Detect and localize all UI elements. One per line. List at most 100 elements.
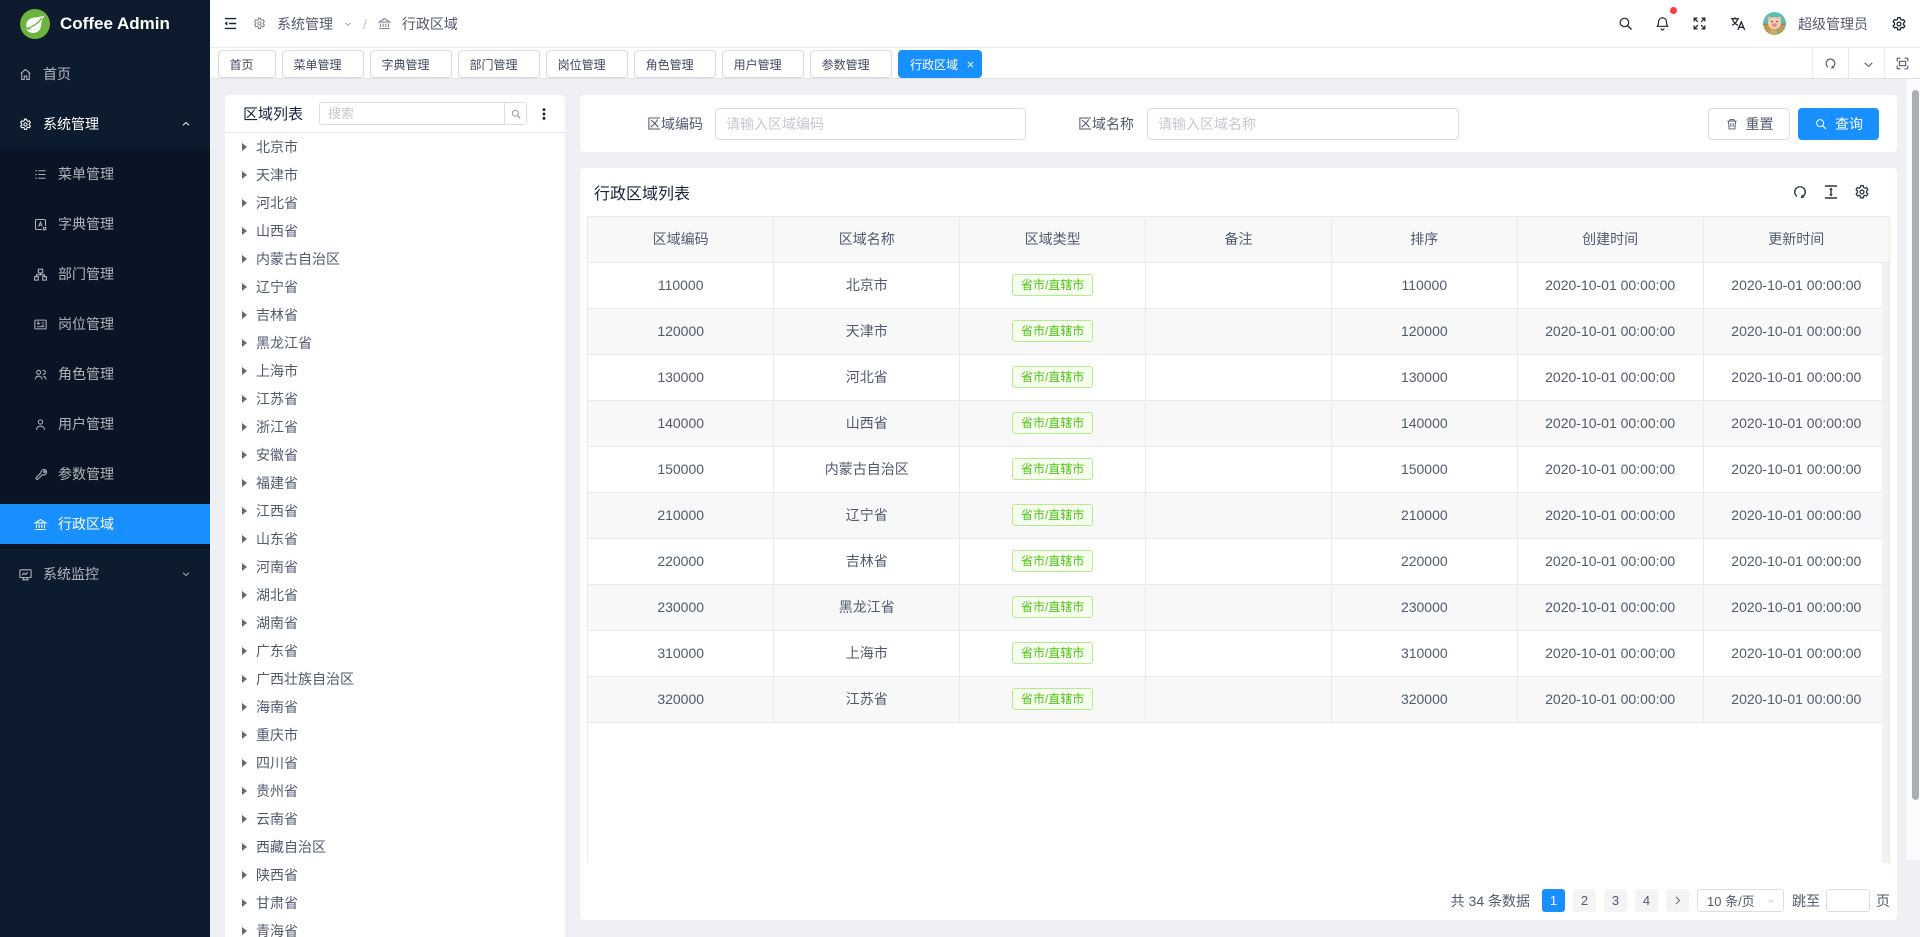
page-button-4[interactable]: 4 (1635, 889, 1658, 912)
caret-right-icon[interactable] (242, 647, 247, 655)
tree-item-西藏自治区[interactable]: 西藏自治区 (225, 833, 565, 861)
language-button[interactable] (1718, 0, 1757, 47)
search-button[interactable]: 查询 (1798, 108, 1879, 140)
caret-right-icon[interactable] (242, 535, 247, 543)
user-menu[interactable]: 超级管理员 (1757, 0, 1878, 47)
tree-item-甘肃省[interactable]: 甘肃省 (225, 889, 565, 917)
column-settings-icon[interactable] (1853, 183, 1871, 201)
column-header-更新时间[interactable]: 更新时间 (1703, 217, 1889, 262)
sidebar-item-字典管理[interactable]: 字典管理 (0, 204, 210, 244)
tab-首页[interactable]: 首页 (218, 50, 276, 78)
sidebar-item-用户管理[interactable]: 用户管理 (0, 404, 210, 444)
caret-right-icon[interactable] (242, 311, 247, 319)
column-header-排序[interactable]: 排序 (1331, 217, 1517, 262)
caret-right-icon[interactable] (242, 171, 247, 179)
tree-item-黑龙江省[interactable]: 黑龙江省 (225, 329, 565, 357)
tree-item-山东省[interactable]: 山东省 (225, 525, 565, 553)
tree-more-button[interactable] (536, 106, 552, 122)
caret-right-icon[interactable] (242, 507, 247, 515)
caret-right-icon[interactable] (242, 759, 247, 767)
tree-item-江苏省[interactable]: 江苏省 (225, 385, 565, 413)
column-header-区域名称[interactable]: 区域名称 (774, 217, 960, 262)
caret-right-icon[interactable] (242, 255, 247, 263)
notifications-button[interactable] (1644, 0, 1681, 47)
tree-item-四川省[interactable]: 四川省 (225, 749, 565, 777)
tree-item-辽宁省[interactable]: 辽宁省 (225, 273, 565, 301)
sidebar-item-参数管理[interactable]: 参数管理 (0, 454, 210, 494)
caret-right-icon[interactable] (242, 563, 247, 571)
tree-item-浙江省[interactable]: 浙江省 (225, 413, 565, 441)
caret-right-icon[interactable] (242, 395, 247, 403)
caret-right-icon[interactable] (242, 423, 247, 431)
tree-item-青海省[interactable]: 青海省 (225, 917, 565, 937)
jump-page-input[interactable] (1826, 889, 1870, 912)
caret-right-icon[interactable] (242, 871, 247, 879)
tab-菜单管理[interactable]: 菜单管理 (282, 50, 364, 78)
tab-部门管理[interactable]: 部门管理 (458, 50, 540, 78)
tab-用户管理[interactable]: 用户管理 (722, 50, 804, 78)
tree-item-陕西省[interactable]: 陕西省 (225, 861, 565, 889)
tree-item-吉林省[interactable]: 吉林省 (225, 301, 565, 329)
tree-item-湖南省[interactable]: 湖南省 (225, 609, 565, 637)
tree-item-安徽省[interactable]: 安徽省 (225, 441, 565, 469)
tree-item-河南省[interactable]: 河南省 (225, 553, 565, 581)
tree-item-海南省[interactable]: 海南省 (225, 693, 565, 721)
caret-right-icon[interactable] (242, 199, 247, 207)
caret-right-icon[interactable] (242, 731, 247, 739)
tree-item-云南省[interactable]: 云南省 (225, 805, 565, 833)
column-header-创建时间[interactable]: 创建时间 (1517, 217, 1703, 262)
sidebar-item-系统管理[interactable]: 系统管理 (0, 104, 210, 144)
sidebar-item-首页[interactable]: 首页 (0, 54, 210, 94)
sidebar-item-部门管理[interactable]: 部门管理 (0, 254, 210, 294)
sidebar-item-角色管理[interactable]: 角色管理 (0, 354, 210, 394)
tab-字典管理[interactable]: 字典管理 (370, 50, 452, 78)
tree-item-重庆市[interactable]: 重庆市 (225, 721, 565, 749)
next-page-button[interactable] (1666, 889, 1689, 912)
tree-search-input[interactable] (319, 102, 504, 125)
column-header-备注[interactable]: 备注 (1146, 217, 1332, 262)
close-icon[interactable] (966, 60, 975, 69)
refresh-tab-button[interactable] (1812, 48, 1848, 78)
tree-item-江西省[interactable]: 江西省 (225, 497, 565, 525)
tree-item-上海市[interactable]: 上海市 (225, 357, 565, 385)
caret-right-icon[interactable] (242, 283, 247, 291)
page-button-3[interactable]: 3 (1604, 889, 1627, 912)
tab-行政区域[interactable]: 行政区域 (898, 50, 982, 78)
global-search-button[interactable] (1607, 0, 1644, 47)
tab-menu-button[interactable] (1848, 48, 1884, 78)
tab-岗位管理[interactable]: 岗位管理 (546, 50, 628, 78)
page-button-2[interactable]: 2 (1573, 889, 1596, 912)
caret-right-icon[interactable] (242, 451, 247, 459)
settings-button[interactable] (1878, 0, 1920, 47)
sidebar-item-行政区域[interactable]: 行政区域 (0, 504, 210, 544)
reset-button[interactable]: 重置 (1708, 108, 1790, 140)
column-header-区域类型[interactable]: 区域类型 (960, 217, 1146, 262)
caret-right-icon[interactable] (242, 899, 247, 907)
caret-right-icon[interactable] (242, 143, 247, 151)
page-size-select[interactable]: 10 条/页 (1697, 889, 1784, 912)
tree-item-天津市[interactable]: 天津市 (225, 161, 565, 189)
tree-item-内蒙古自治区[interactable]: 内蒙古自治区 (225, 245, 565, 273)
page-button-1[interactable]: 1 (1542, 889, 1565, 912)
tree-item-河北省[interactable]: 河北省 (225, 189, 565, 217)
tab-参数管理[interactable]: 参数管理 (810, 50, 892, 78)
caret-right-icon[interactable] (242, 787, 247, 795)
caret-right-icon[interactable] (242, 675, 247, 683)
column-header-区域编码[interactable]: 区域编码 (588, 217, 774, 262)
caret-right-icon[interactable] (242, 591, 247, 599)
caret-right-icon[interactable] (242, 927, 247, 935)
caret-right-icon[interactable] (242, 367, 247, 375)
caret-right-icon[interactable] (242, 843, 247, 851)
caret-right-icon[interactable] (242, 227, 247, 235)
tree-item-湖北省[interactable]: 湖北省 (225, 581, 565, 609)
breadcrumb-item-region[interactable]: 行政区域 (377, 14, 458, 34)
caret-right-icon[interactable] (242, 339, 247, 347)
tree-item-广西壮族自治区[interactable]: 广西壮族自治区 (225, 665, 565, 693)
sidebar-item-岗位管理[interactable]: 岗位管理 (0, 304, 210, 344)
menu-collapse-icon[interactable] (222, 15, 239, 32)
caret-right-icon[interactable] (242, 479, 247, 487)
fullscreen-button[interactable] (1681, 0, 1718, 47)
tree-search-button[interactable] (504, 102, 527, 125)
sidebar-item-系统监控[interactable]: 系统监控 (0, 554, 210, 594)
page-scrollbar[interactable] (1905, 79, 1920, 860)
